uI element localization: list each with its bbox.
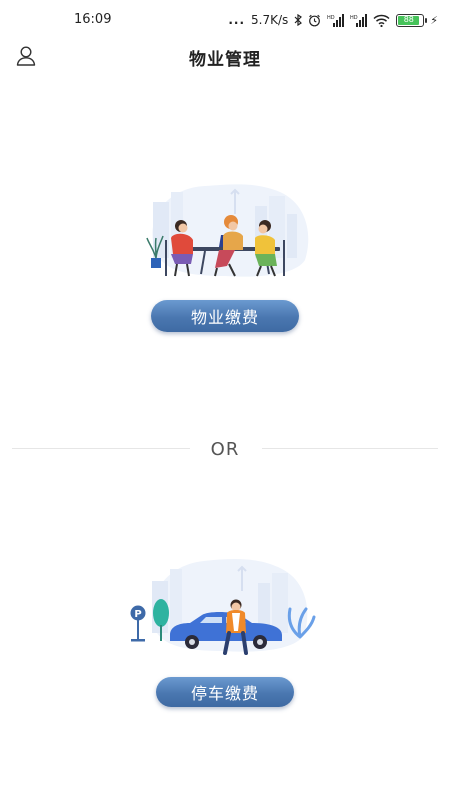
signal-hd-icon: HD <box>327 13 345 27</box>
parking-section: P 停车缴费 <box>0 555 450 715</box>
battery-level: 88 <box>398 15 420 25</box>
svg-text:HD: HD <box>327 15 335 21</box>
or-label: OR <box>210 439 240 460</box>
status-icons: ... 5.7K/s HD HD 88 ⚡ <box>228 12 438 28</box>
network-speed: 5.7K/s <box>251 13 289 27</box>
signal-hd-icon: HD <box>350 13 368 27</box>
status-bar: 16:09 ... 5.7K/s HD HD 88 ⚡ <box>0 0 450 40</box>
charging-icon: ⚡ <box>430 13 438 27</box>
svg-text:HD: HD <box>350 15 358 21</box>
parking-payment-button[interactable]: 停车缴费 <box>156 677 294 707</box>
divider-line-right <box>262 448 438 449</box>
page-title: 物业管理 <box>189 50 261 70</box>
parking-sign-letter: P <box>134 609 141 620</box>
property-payment-button[interactable]: 物业缴费 <box>151 300 299 332</box>
property-section: 物业缴费 <box>0 180 450 340</box>
alarm-icon <box>309 14 321 26</box>
parking-illustration: P <box>130 559 316 655</box>
battery-icon: 88 <box>396 13 428 27</box>
wifi-icon <box>373 14 390 27</box>
dots-indicator: ... <box>228 13 246 27</box>
status-time: 16:09 <box>74 12 112 27</box>
meeting-illustration <box>146 184 309 277</box>
app-header: 物业管理 <box>0 40 450 74</box>
bluetooth-icon <box>294 14 303 26</box>
or-divider: OR <box>12 438 438 460</box>
